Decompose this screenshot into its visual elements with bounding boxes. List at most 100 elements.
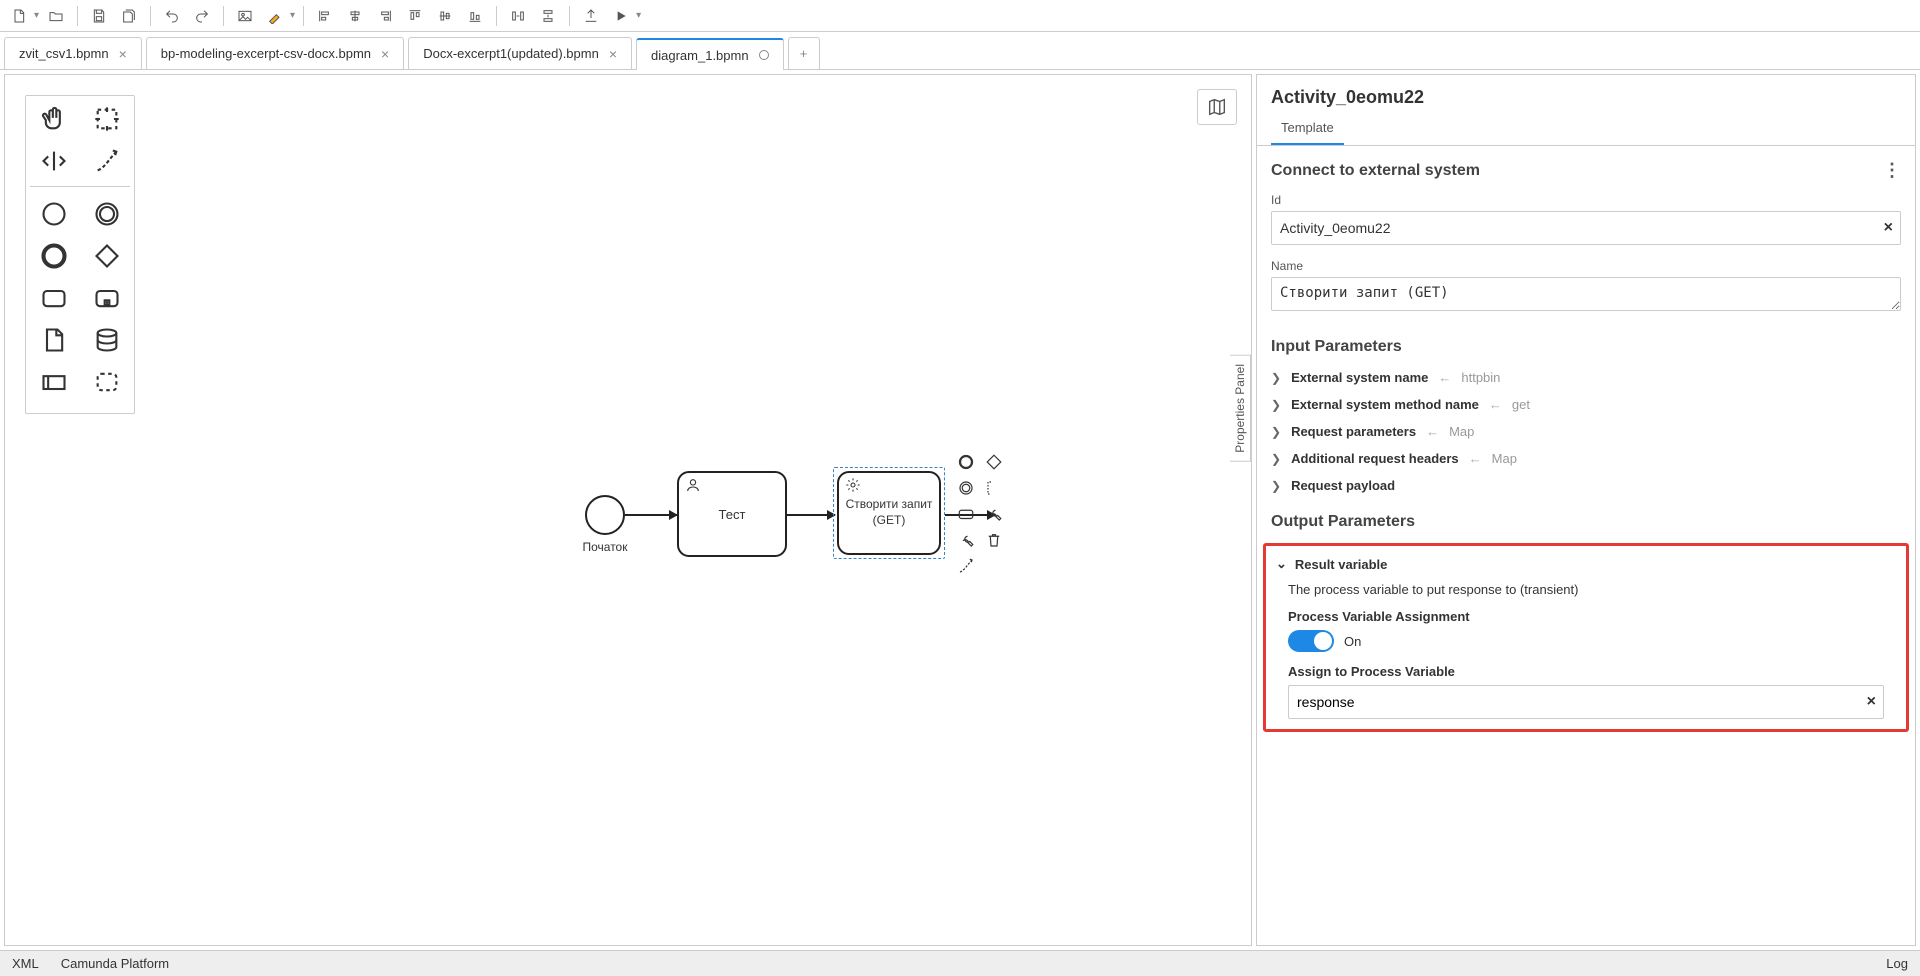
- gear-icon: [845, 477, 861, 498]
- properties-panel: Activity_0eomu22 Template Connect to ext…: [1256, 74, 1916, 946]
- context-pad: [955, 451, 1007, 577]
- pva-state: On: [1344, 634, 1361, 649]
- minimap-toggle[interactable]: [1197, 89, 1237, 125]
- subprocess-tool[interactable]: [88, 281, 126, 315]
- hand-tool-button[interactable]: [35, 102, 73, 136]
- main-toolbar: ▾ ▾ ▾: [0, 0, 1920, 32]
- image-button[interactable]: [232, 3, 258, 29]
- properties-title: Activity_0eomu22: [1257, 75, 1915, 114]
- group-tool[interactable]: [88, 365, 126, 399]
- section-output-title: Output Parameters: [1271, 513, 1415, 531]
- gateway-tool[interactable]: [88, 239, 126, 273]
- result-variable-header[interactable]: ⌄Result variable: [1266, 550, 1906, 578]
- distribute-v-button[interactable]: [535, 3, 561, 29]
- align-top-button[interactable]: [402, 3, 428, 29]
- deploy-button[interactable]: [578, 3, 604, 29]
- color-button[interactable]: [262, 3, 288, 29]
- param-request-parameters[interactable]: ❯Request parameters←Map: [1257, 418, 1915, 445]
- param-additional-headers[interactable]: ❯Additional request headers←Map: [1257, 445, 1915, 472]
- id-label: Id: [1271, 193, 1901, 207]
- run-button[interactable]: [608, 3, 634, 29]
- tab-new-button[interactable]: +: [788, 37, 820, 69]
- undo-button[interactable]: [159, 3, 185, 29]
- sequence-flow-2[interactable]: [787, 514, 835, 516]
- ctx-wrench2-button[interactable]: [955, 529, 977, 551]
- clear-icon[interactable]: ×: [1884, 219, 1893, 237]
- clear-icon[interactable]: ×: [1867, 693, 1876, 711]
- ctx-connect-button[interactable]: [955, 555, 977, 577]
- new-file-caret-icon[interactable]: ▾: [34, 10, 39, 21]
- align-left-button[interactable]: [312, 3, 338, 29]
- end-event-tool[interactable]: [35, 239, 73, 273]
- lasso-tool-button[interactable]: [88, 102, 126, 136]
- close-icon[interactable]: ×: [119, 46, 127, 62]
- tab-template[interactable]: Template: [1271, 114, 1344, 145]
- new-file-button[interactable]: [6, 3, 32, 29]
- footer-xml-button[interactable]: XML: [12, 956, 39, 971]
- connect-tool-button[interactable]: [88, 144, 126, 178]
- align-center-button[interactable]: [342, 3, 368, 29]
- name-input[interactable]: Створити запит (GET): [1271, 277, 1901, 311]
- data-object-tool[interactable]: [35, 323, 73, 357]
- name-label: Name: [1271, 259, 1901, 273]
- pva-label: Process Variable Assignment: [1266, 607, 1906, 630]
- element-palette: [25, 95, 135, 414]
- ctx-task-button[interactable]: [955, 503, 977, 525]
- ctx-wrench-button[interactable]: [983, 503, 1005, 525]
- open-file-button[interactable]: [43, 3, 69, 29]
- save-all-button[interactable]: [116, 3, 142, 29]
- start-event-node[interactable]: [585, 495, 625, 535]
- pva-toggle[interactable]: [1288, 630, 1334, 652]
- sequence-flow-1[interactable]: [625, 514, 677, 516]
- align-bottom-button[interactable]: [462, 3, 488, 29]
- tab-diagram1[interactable]: diagram_1.bpmn: [636, 38, 784, 70]
- distribute-h-button[interactable]: [505, 3, 531, 29]
- tab-label: zvit_csv1.bpmn: [19, 46, 109, 61]
- run-caret-icon[interactable]: ▾: [636, 10, 641, 21]
- chevron-right-icon: ❯: [1271, 425, 1281, 439]
- ctx-annotation-button[interactable]: [983, 477, 1005, 499]
- redo-button[interactable]: [189, 3, 215, 29]
- param-request-payload[interactable]: ❯Request payload: [1257, 472, 1915, 499]
- tab-docx-excerpt[interactable]: Docx-excerpt1(updated).bpmn ×: [408, 37, 632, 69]
- chevron-right-icon: ❯: [1271, 479, 1281, 493]
- space-tool-button[interactable]: [35, 144, 73, 178]
- assign-input[interactable]: [1288, 685, 1884, 719]
- user-task-node[interactable]: Тест: [677, 471, 787, 557]
- data-store-tool[interactable]: [88, 323, 126, 357]
- start-event-tool[interactable]: [35, 197, 73, 231]
- start-event-label: Початок: [575, 540, 635, 554]
- participant-tool[interactable]: [35, 365, 73, 399]
- align-right-button[interactable]: [372, 3, 398, 29]
- param-external-system-method[interactable]: ❯External system method name←get: [1257, 391, 1915, 418]
- ctx-intermediate-event-button[interactable]: [955, 477, 977, 499]
- ctx-delete-button[interactable]: [983, 529, 1005, 551]
- tab-zvit[interactable]: zvit_csv1.bpmn ×: [4, 37, 142, 69]
- chevron-down-icon: ⌄: [1276, 556, 1287, 572]
- close-icon[interactable]: ×: [609, 46, 617, 62]
- properties-panel-toggle[interactable]: Properties Panel: [1230, 355, 1251, 462]
- status-bar: XML Camunda Platform Log: [0, 950, 1920, 976]
- tab-bp-modeling[interactable]: bp-modeling-excerpt-csv-docx.bpmn ×: [146, 37, 404, 69]
- bpmn-canvas[interactable]: Properties Panel Початок Тест Створити з…: [5, 75, 1251, 945]
- task-tool[interactable]: [35, 281, 73, 315]
- close-icon[interactable]: ×: [381, 46, 389, 62]
- section-menu-icon[interactable]: ⋮: [1883, 160, 1901, 181]
- footer-platform-button[interactable]: Camunda Platform: [61, 956, 169, 971]
- service-task-node[interactable]: Створити запит(GET): [837, 471, 941, 555]
- param-external-system-name[interactable]: ❯External system name←httpbin: [1257, 364, 1915, 391]
- color-caret-icon[interactable]: ▾: [290, 10, 295, 21]
- save-button[interactable]: [86, 3, 112, 29]
- tab-label: Docx-excerpt1(updated).bpmn: [423, 46, 599, 61]
- ctx-gateway-button[interactable]: [983, 451, 1005, 473]
- tab-label: bp-modeling-excerpt-csv-docx.bpmn: [161, 46, 371, 61]
- intermediate-event-tool[interactable]: [88, 197, 126, 231]
- id-input[interactable]: [1271, 211, 1901, 245]
- chevron-right-icon: ❯: [1271, 452, 1281, 466]
- service-task-selection[interactable]: Створити запит(GET): [833, 467, 945, 559]
- ctx-end-event-button[interactable]: [955, 451, 977, 473]
- arrow-left-icon: ←: [1438, 370, 1451, 385]
- chevron-right-icon: ❯: [1271, 398, 1281, 412]
- align-middle-button[interactable]: [432, 3, 458, 29]
- footer-log-button[interactable]: Log: [1886, 956, 1908, 971]
